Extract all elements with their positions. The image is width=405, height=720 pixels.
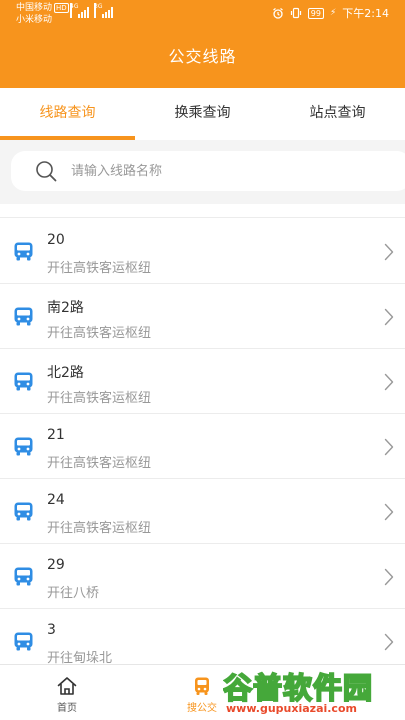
- hd-badge: HD: [54, 3, 69, 13]
- signal-icon: 4G: [70, 3, 92, 18]
- tab-bar: 线路查询 换乘查询 站点查询: [0, 88, 405, 140]
- route-list-item[interactable]: 3 开往甸垛北: [0, 609, 405, 664]
- bus-icon: [14, 242, 33, 261]
- nav-label-home: 首页: [57, 703, 77, 714]
- bus-icon: [14, 567, 33, 586]
- route-destination: 开往甸垛北: [47, 651, 113, 664]
- route-destination: 开往高铁客运枢纽: [47, 521, 152, 536]
- route-name: 29: [47, 557, 65, 573]
- status-right: 99 ⚡ 下午2:14: [272, 6, 389, 20]
- route-name: 20: [47, 232, 65, 248]
- signal-icon: 3G: [94, 3, 116, 18]
- route-list-item[interactable]: 20 开往高铁客运枢纽: [0, 219, 405, 284]
- nav-label-bus-search: 搜公交: [187, 703, 217, 714]
- route-name: 3: [47, 622, 56, 638]
- network-type-secondary: 3G: [94, 3, 102, 18]
- nav-item-bus-search[interactable]: 搜公交: [162, 665, 242, 720]
- search-icon: [36, 161, 57, 182]
- tab-transfer-query[interactable]: 换乘查询: [135, 88, 270, 140]
- bottom-nav: 首页 搜公交: [0, 664, 405, 720]
- bus-icon: [14, 372, 33, 391]
- chevron-right-icon: [384, 308, 394, 326]
- chevron-right-icon: [384, 633, 394, 651]
- route-list-item[interactable]: 24 开往高铁客运枢纽: [0, 479, 405, 544]
- bus-icon: [14, 307, 33, 326]
- route-list-item[interactable]: 21 开往高铁客运枢纽: [0, 414, 405, 479]
- nav-item-home[interactable]: 首页: [27, 665, 107, 720]
- chevron-right-icon: [384, 438, 394, 456]
- chevron-right-icon: [384, 503, 394, 521]
- battery-level: 99: [307, 7, 324, 19]
- carrier-secondary: 小米移动: [16, 15, 53, 25]
- network-type-primary: 4G: [70, 3, 78, 18]
- bus-icon: [14, 632, 33, 651]
- route-destination: 开往八桥: [47, 586, 100, 601]
- route-destination: 开往高铁客运枢纽: [47, 456, 152, 471]
- page-title: 公交线路: [168, 47, 237, 66]
- search-input[interactable]: [71, 151, 391, 191]
- chevron-right-icon: [384, 373, 394, 391]
- carrier-info: 中国移动 HD 小米移动: [16, 2, 69, 26]
- tab-station-query[interactable]: 站点查询: [270, 88, 405, 140]
- route-list-item[interactable]: 南2路 开往高铁客运枢纽: [0, 284, 405, 349]
- route-list-item[interactable]: 29 开往八桥: [0, 544, 405, 609]
- route-name: 24: [47, 492, 65, 508]
- app-header: 公交线路: [0, 30, 405, 88]
- alarm-icon: [272, 8, 283, 19]
- route-destination: 开往高铁客运枢纽: [47, 391, 152, 406]
- route-list-item[interactable]: 北2路 开往高铁客运枢纽: [0, 349, 405, 414]
- route-destination: 开往高铁客运枢纽: [47, 261, 152, 276]
- route-name: 21: [47, 427, 65, 443]
- search-box[interactable]: [11, 151, 405, 191]
- route-list: 20 开往高铁客运枢纽 南2路 开往高铁客运枢纽 北2路 开往高铁客运枢纽 21…: [0, 204, 405, 664]
- bus-icon: [14, 502, 33, 521]
- bus-icon: [14, 437, 33, 456]
- search-area: [0, 140, 405, 204]
- status-time: 下午2:14: [342, 7, 389, 20]
- route-name: 南2路: [47, 300, 84, 316]
- chevron-right-icon: [384, 243, 394, 261]
- tab-route-query[interactable]: 线路查询: [0, 88, 135, 140]
- carrier-primary: 中国移动: [16, 3, 53, 13]
- route-name: 北2路: [47, 365, 84, 381]
- charging-icon: ⚡: [329, 8, 337, 18]
- chevron-right-icon: [384, 568, 394, 586]
- bus-icon: [195, 677, 209, 695]
- route-destination: 开往高铁客运枢纽: [47, 326, 152, 341]
- route-rows: 20 开往高铁客运枢纽 南2路 开往高铁客运枢纽 北2路 开往高铁客运枢纽 21…: [0, 219, 405, 664]
- home-icon: [57, 677, 77, 695]
- status-bar: 中国移动 HD 小米移动 4G 3G 99 ⚡ 下午2:14: [0, 0, 405, 30]
- vibrate-icon: [290, 7, 301, 19]
- list-item-partial: [0, 204, 405, 218]
